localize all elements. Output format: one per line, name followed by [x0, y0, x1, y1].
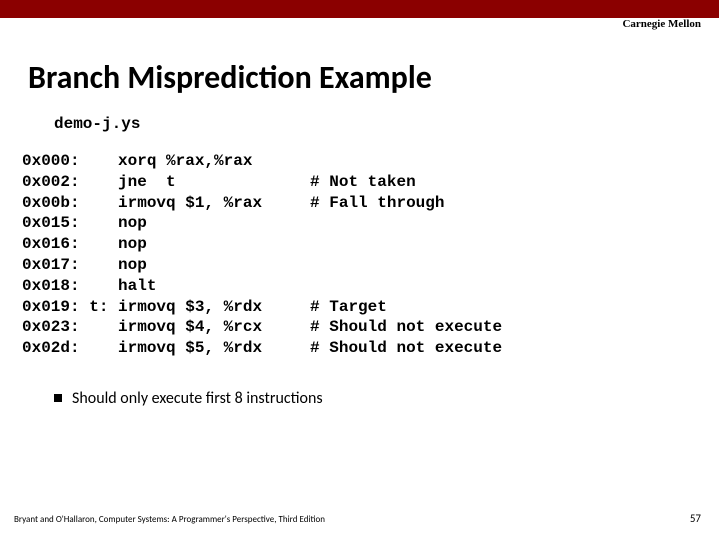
slide-title: Branch Misprediction Example: [28, 58, 719, 97]
header-bar: [0, 0, 719, 18]
page-number: 57: [690, 512, 701, 525]
footer-citation: Bryant and O'Hallaron, Computer Systems:…: [14, 514, 325, 525]
note-line: Should only execute first 8 instructions: [54, 389, 719, 408]
filename-label: demo-j.ys: [54, 115, 719, 133]
note-text: Should only execute first 8 instructions: [72, 389, 323, 408]
brand-label: Carnegie Mellon: [622, 18, 701, 30]
code-listing: 0x000: xorq %rax,%rax 0x002: jne t # Not…: [22, 151, 719, 359]
bullet-icon: [54, 394, 62, 402]
